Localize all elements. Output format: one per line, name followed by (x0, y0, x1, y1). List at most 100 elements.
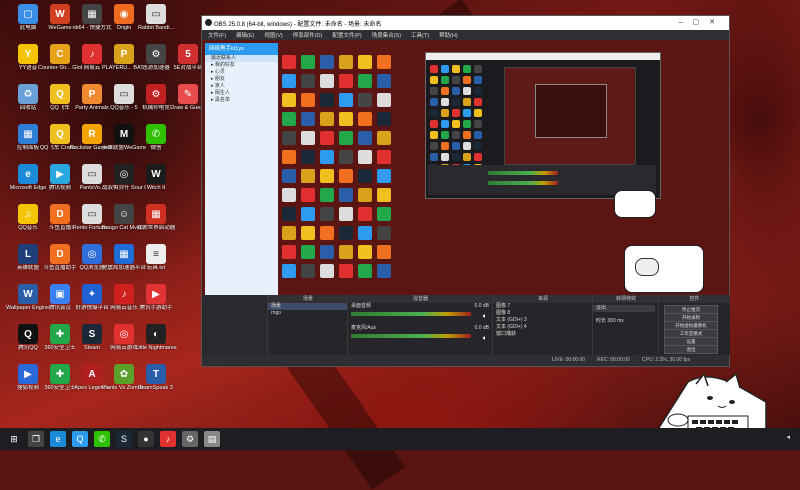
preview-app-icon (377, 74, 391, 88)
app-icon: ✿ (114, 364, 134, 384)
qq-contact-group[interactable]: ▸ 我的好友 (205, 62, 278, 69)
qq-contact-group[interactable]: ▸ 朋友 (205, 76, 278, 83)
app-icon: Q (50, 84, 70, 104)
source-item[interactable]: 图像 8 (493, 310, 593, 317)
bongo-cat-small (614, 190, 656, 218)
speaker-icon[interactable]: 🔈︎ (483, 335, 487, 343)
desktop-icon[interactable]: ✆ 微信 (134, 123, 178, 161)
nested-app-icon (452, 153, 460, 161)
app-icon: ▶ (146, 284, 166, 304)
desktop-icon[interactable]: W Witch It (134, 163, 178, 201)
source-item[interactable]: 文本 (GDI+) 4 (493, 324, 593, 331)
app-icon: ◉ (114, 4, 134, 24)
nested-app-icon (463, 131, 471, 139)
obs-window[interactable]: OBS 25.0.8 (64-bit, windows) - 配置文件: 未命名… (201, 15, 730, 367)
app-icon: A (82, 364, 102, 384)
qq-contact-group[interactable]: ▸ 心灵 (205, 69, 278, 76)
obs-menu-item[interactable]: 停靠部件(D) (293, 31, 323, 39)
preview-app-icon (358, 169, 372, 183)
qq-group-label[interactable]: 最近联系人 (205, 55, 278, 62)
qq-taskbar-icon[interactable]: ✆ (94, 431, 110, 447)
app-icon: Q (50, 124, 70, 144)
nested-app-icon (474, 65, 482, 73)
settings-taskbar-icon[interactable]: ▤ (204, 431, 220, 447)
qq-contact-group[interactable]: ▸ 黑名单 (205, 97, 278, 104)
mixer-channel: 桌面音频 0.0 dB 🔈︎ (348, 303, 493, 325)
transition-type-select[interactable]: 淡出 (593, 305, 655, 312)
source-item[interactable]: 文本 (GDI+) 3 (493, 317, 593, 324)
transitions-dock-title: 转场特效 (593, 295, 659, 303)
obs-titlebar[interactable]: OBS 25.0.8 (64-bit, windows) - 配置文件: 未命名… (202, 16, 729, 30)
transition-duration[interactable]: 时长 300 ms (593, 318, 659, 325)
preview-app-icon (320, 226, 334, 240)
obs-menu-item[interactable]: 文件(F) (208, 31, 226, 39)
obs-menubar: 文件(F) 编辑(E) 视图(V) 停靠部件(D) 配置文件(P) 场景集合(S) 工具(T… (202, 30, 729, 40)
qq-contact-group[interactable]: ▸ 家人 (205, 83, 278, 90)
scene-item[interactable]: 场景 (268, 303, 348, 310)
nested-app-icon (452, 98, 460, 106)
preview-app-icon (377, 207, 391, 221)
qq-contact-group[interactable]: ▸ 陌生人 (205, 90, 278, 97)
app-icon: C (50, 44, 70, 64)
desktop-icon[interactable]: ◐ Little Nightmares (134, 323, 178, 361)
obs-menu-item[interactable]: 帮助(H) (439, 31, 458, 39)
obs-menu-item[interactable]: 配置文件(P) (332, 31, 361, 39)
obs-menu-item[interactable]: 视图(V) (264, 31, 282, 39)
steam-taskbar-icon[interactable]: ● (138, 431, 154, 447)
preview-app-icon (301, 131, 315, 145)
start-button[interactable]: ⊞ (6, 431, 22, 447)
preview-app-icon (320, 131, 334, 145)
nested-app-icon (430, 120, 438, 128)
app-icon: ▭ (146, 4, 166, 24)
preview-app-icon (339, 112, 353, 126)
app-icon: ▦ (18, 124, 38, 144)
desktop-icon[interactable]: T TeamSpeak 3 (134, 363, 178, 401)
nested-obs-preview (504, 67, 636, 165)
speaker-icon[interactable]: 🔈︎ (483, 313, 487, 321)
nested-app-icon (452, 142, 460, 150)
source-item[interactable]: 图像 7 (493, 303, 593, 310)
app-icon: D (50, 204, 70, 224)
obs-menu-item[interactable]: 场景集合(S) (372, 31, 401, 39)
desktop-icon[interactable]: ≡ 玩具.txt (134, 243, 178, 281)
wechat-taskbar-icon[interactable]: S (116, 431, 132, 447)
preview-app-icon (358, 264, 372, 278)
preview-app-icon (301, 55, 315, 69)
nested-app-icon (430, 153, 438, 161)
source-item[interactable]: 窗口捕获 (493, 331, 593, 338)
preview-app-icon (301, 150, 315, 164)
qq-panel[interactable]: 网络黑手id1ys 最近联系人 ▸ 我的好友 ▸ 心灵 ▸ 朋友 ▸ 家人 ▸ 陌生人 ▸… (205, 43, 278, 295)
obs-menu-item[interactable]: 编辑(E) (236, 31, 254, 39)
scene-item[interactable]: rngo (268, 310, 348, 317)
app-icon: ◐ (146, 324, 166, 344)
transitions-dock: 转场特效 淡出 时长 300 ms (592, 295, 659, 355)
window-controls[interactable]: –▢✕ (679, 18, 725, 26)
control-button[interactable]: 退出 (664, 345, 718, 354)
preview-app-icon (320, 245, 334, 259)
nested-app-icon (463, 142, 471, 150)
app-icon: R (82, 124, 102, 144)
desktop-icon[interactable]: ▶ 腾讯手游助手 (134, 283, 178, 321)
edge-taskbar-icon[interactable]: Q (72, 431, 88, 447)
desktop-icon[interactable]: ▦ 我的世界启动器 (134, 203, 178, 241)
preview-app-icon (339, 74, 353, 88)
desktop-icon[interactable]: ▭ Rabbit Bandi... (134, 3, 178, 41)
preview-app-icon (339, 188, 353, 202)
app-icon: D (50, 244, 70, 264)
preview-app-icon (282, 264, 296, 278)
obs-menu-item[interactable]: 工具(T) (411, 31, 429, 39)
obs-taskbar-icon[interactable]: ♪ (160, 431, 176, 447)
cpu-fps: CPU: 2.3%, 30.00 fps (642, 357, 691, 363)
music-taskbar-icon[interactable]: ⚙ (182, 431, 198, 447)
search-taskbar-icon[interactable]: ❐ (28, 431, 44, 447)
obs-statusbar: LIVE: 00:00:00 REC: 00:00:00 CPU: 2.3%, … (202, 355, 729, 365)
obs-preview[interactable]: 网络黑手id1ys 最近联系人 ▸ 我的好友 ▸ 心灵 ▸ 朋友 ▸ 家人 ▸ 陌生人 ▸… (202, 40, 729, 295)
nested-app-icon (474, 131, 482, 139)
preview-app-icon (282, 55, 296, 69)
system-tray[interactable]: ◂ (786, 433, 790, 441)
preview-app-icon (377, 264, 391, 278)
nested-app-icon (452, 120, 460, 128)
app-icon: ▶ (50, 164, 70, 184)
taskview-taskbar-icon[interactable]: e (50, 431, 66, 447)
taskbar-items: ❐ e Q ✆ S ● ♪ ⚙ ▤ (22, 431, 220, 447)
